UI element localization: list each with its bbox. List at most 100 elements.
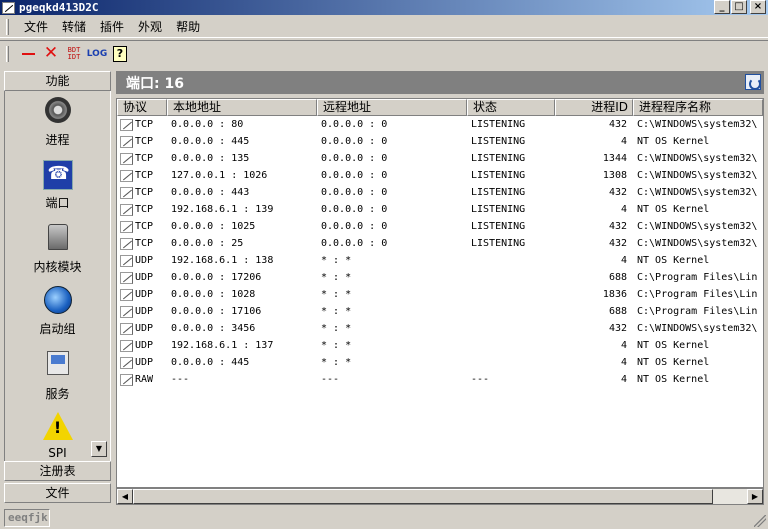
cell-process-name: C:\WINDOWS\system32\: [637, 323, 758, 334]
connection-icon: [120, 203, 133, 216]
table-row[interactable]: UDP 192.168.6.1 : 138 * : * 4 NT OS Kernel: [117, 252, 763, 269]
scroll-left-button[interactable]: ◀: [117, 489, 133, 504]
sidebar-scroll-down-button[interactable]: ▼: [91, 441, 107, 457]
table-row[interactable]: TCP 0.0.0.0 : 445 0.0.0.0 : 0 LISTENING 4 NT …: [117, 133, 763, 150]
nav-port-label: 端口: [45, 196, 70, 210]
col-local-address[interactable]: 本地地址: [167, 99, 317, 116]
protocol-text: TCP: [135, 204, 154, 215]
cell-process-name: C:\WINDOWS\system32\: [637, 187, 758, 198]
maximize-button[interactable]: □: [731, 0, 747, 14]
table-row[interactable]: UDP 0.0.0.0 : 1028 * : * 1836 C:\Program Fil…: [117, 286, 763, 303]
delete-button[interactable]: ✕: [40, 43, 62, 65]
function-header[interactable]: 功能: [4, 71, 111, 91]
connection-icon: [120, 118, 133, 131]
cell-pid: 4: [620, 340, 627, 351]
nav-services[interactable]: 服务: [5, 347, 110, 407]
table-row[interactable]: TCP 0.0.0.0 : 443 0.0.0.0 : 0 LISTENING 432 C…: [117, 184, 763, 201]
connection-icon: [120, 169, 133, 182]
cell-state: LISTENING: [471, 238, 526, 249]
cell-remote-address: * : *: [321, 340, 352, 351]
cell-local-address: 0.0.0.0 : 443: [171, 187, 250, 198]
cell-pid: 432: [608, 323, 627, 334]
table-row[interactable]: UDP 0.0.0.0 : 17106 * : * 688 C:\Program Fil…: [117, 303, 763, 320]
nav-process[interactable]: 进程: [5, 94, 110, 154]
table-row[interactable]: UDP 0.0.0.0 : 3456 * : * 432 C:\WINDOWS\syst…: [117, 320, 763, 337]
menu-plugins[interactable]: 插件: [93, 18, 131, 35]
protocol-text: UDP: [135, 306, 154, 317]
minus-button[interactable]: [17, 43, 39, 65]
cell-protocol: UDP: [117, 252, 167, 269]
minimize-button[interactable]: _: [714, 0, 730, 14]
scroll-thumb[interactable]: [133, 489, 713, 504]
bdt-button[interactable]: BDT IDT: [63, 43, 85, 65]
nav-port[interactable]: 端口: [5, 158, 110, 218]
function-list: 进程 端口 内核模块 启动组 服务 ! SPI ▼: [4, 91, 111, 461]
table-row[interactable]: UDP 0.0.0.0 : 445 * : * 4 NT OS Kernel: [117, 354, 763, 371]
cell-pid: 4: [620, 374, 627, 385]
cell-remote-address: 0.0.0.0 : 0: [321, 221, 388, 232]
table-row[interactable]: TCP 0.0.0.0 : 25 0.0.0.0 : 0 LISTENING 432 C:…: [117, 235, 763, 252]
cell-process-name: NT OS Kernel: [637, 374, 710, 385]
nav-kernel-icon-wrap: [43, 224, 73, 256]
toolbar-grip: [6, 45, 9, 62]
nav-startup-icon-wrap: [43, 286, 73, 318]
table-row[interactable]: UDP 192.168.6.1 : 137 * : * 4 NT OS Kernel: [117, 337, 763, 354]
protocol-text: UDP: [135, 272, 154, 283]
menu-dump[interactable]: 转储: [55, 18, 93, 35]
cell-local-address: 0.0.0.0 : 3456: [171, 323, 256, 334]
col-state[interactable]: 状态: [467, 99, 555, 116]
cell-local-address: 192.168.6.1 : 139: [171, 204, 274, 215]
status-text: eeqfjk: [4, 509, 50, 527]
col-process-name[interactable]: 进程程序名称: [633, 99, 763, 116]
horizontal-scrollbar[interactable]: ◀ ▶: [116, 488, 764, 505]
table-row[interactable]: TCP 127.0.0.1 : 1026 0.0.0.0 : 0 LISTENING 1…: [117, 167, 763, 184]
help-button[interactable]: ?: [109, 43, 131, 65]
port-count-header: 端口: 16: [116, 71, 764, 94]
protocol-text: RAW: [135, 374, 154, 385]
cell-protocol: RAW: [117, 371, 167, 388]
port-count-title: 端口: 16: [126, 75, 184, 92]
window-controls: _ □ ×: [714, 0, 766, 14]
menu-help[interactable]: 帮助: [169, 18, 207, 35]
nav-services-icon-wrap: [43, 351, 73, 383]
connection-icon: [120, 237, 133, 250]
cell-local-address: 0.0.0.0 : 17206: [171, 272, 262, 283]
cell-local-address: 0.0.0.0 : 80: [171, 119, 244, 130]
col-remote-address[interactable]: 远程地址: [317, 99, 467, 116]
nav-startup[interactable]: 启动组: [5, 284, 110, 344]
col-protocol[interactable]: 协议: [117, 99, 167, 116]
cell-process-name: C:\Program Files\Lin: [637, 289, 758, 300]
nav-kernel-modules[interactable]: 内核模块: [5, 221, 110, 281]
cell-local-address: 0.0.0.0 : 445: [171, 357, 250, 368]
table-row[interactable]: TCP 0.0.0.0 : 1025 0.0.0.0 : 0 LISTENING 432…: [117, 218, 763, 235]
scroll-right-button[interactable]: ▶: [747, 489, 763, 504]
bdt-bottom-label: IDT: [67, 52, 81, 61]
globe-icon: [43, 286, 72, 314]
port-icon: [42, 160, 73, 190]
menu-file[interactable]: 文件: [17, 18, 55, 35]
cell-pid: 1308: [602, 170, 627, 181]
close-button[interactable]: ×: [750, 0, 766, 14]
cell-pid: 688: [608, 272, 627, 283]
table-row[interactable]: TCP 0.0.0.0 : 135 0.0.0.0 : 0 LISTENING 1344…: [117, 150, 763, 167]
window-title: pgeqkd413D2C: [19, 1, 99, 14]
col-pid[interactable]: 进程ID: [555, 99, 633, 116]
connection-icon: [120, 254, 133, 267]
refresh-icon[interactable]: [745, 74, 761, 90]
cell-local-address: 0.0.0.0 : 135: [171, 153, 250, 164]
cell-state: LISTENING: [471, 221, 526, 232]
protocol-text: TCP: [135, 238, 154, 249]
cell-pid: 432: [608, 221, 627, 232]
files-header[interactable]: 文件: [4, 483, 111, 503]
cell-state: [467, 269, 555, 286]
registry-header[interactable]: 注册表: [4, 461, 111, 481]
table-row[interactable]: TCP 0.0.0.0 : 80 0.0.0.0 : 0 LISTENING 432 C:…: [117, 116, 763, 133]
cell-pid: 4: [620, 357, 627, 368]
nav-process-label: 进程: [45, 133, 70, 147]
menu-appearance[interactable]: 外观: [131, 18, 169, 35]
resize-grip[interactable]: [754, 515, 766, 527]
table-row[interactable]: TCP 192.168.6.1 : 139 0.0.0.0 : 0 LISTENING…: [117, 201, 763, 218]
table-row[interactable]: RAW --- --- --- 4 NT OS Kernel: [117, 371, 763, 388]
log-button[interactable]: LOG: [86, 43, 108, 65]
table-row[interactable]: UDP 0.0.0.0 : 17206 * : * 688 C:\Program Fil…: [117, 269, 763, 286]
